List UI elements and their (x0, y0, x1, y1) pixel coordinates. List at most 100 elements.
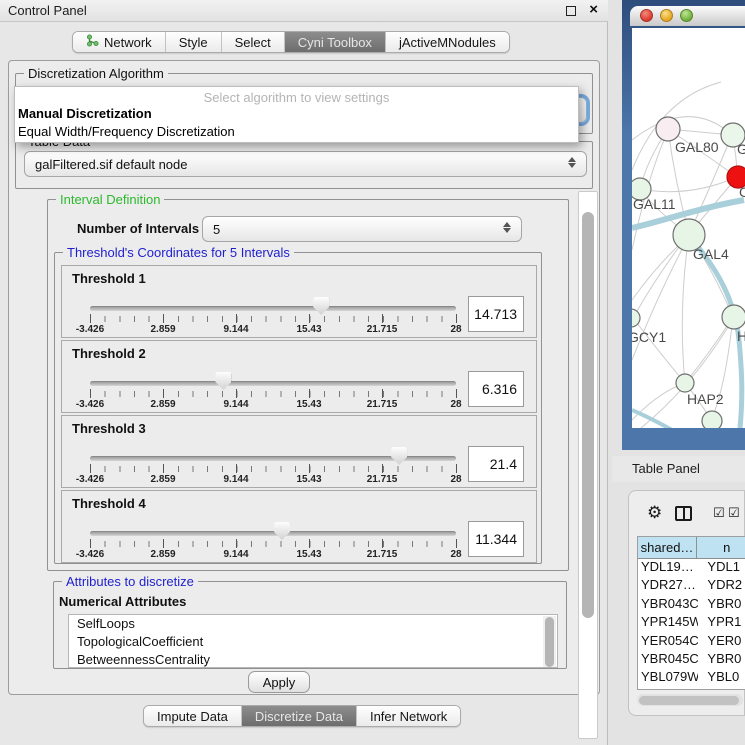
panel-title: Control Panel (8, 3, 87, 18)
scrollbar-thumb[interactable] (582, 212, 594, 618)
cyni-toolbox-panel: Discretization Algorithm Select algorith… (8, 60, 600, 695)
threshold-2-slider-thumb[interactable] (215, 372, 231, 390)
scrollbar-thumb[interactable] (639, 696, 739, 705)
table-panel-title: Table Panel (632, 461, 700, 476)
threshold-1-slider[interactable] (90, 306, 456, 311)
node-label-gal11: GAL11 (633, 196, 676, 212)
panel-vertical-scrollbar[interactable] (578, 191, 598, 739)
list-item[interactable]: TopologicalCoefficient (69, 633, 557, 651)
axis-ticks (90, 391, 457, 397)
top-tab-bar: Network Style Select Cyni Toolbox jActiv… (72, 31, 510, 53)
threshold-4-row: Threshold 4 -3.426 2.859 9.144 15.43 21.… (61, 490, 537, 563)
tab-discretize-data[interactable]: Discretize Data (241, 706, 356, 726)
tab-style[interactable]: Style (165, 32, 221, 52)
axis-ticks (90, 316, 457, 322)
list-item[interactable]: BetweennessCentrality (69, 651, 557, 668)
threshold-4-slider[interactable] (90, 531, 456, 536)
tab-cyni-toolbox[interactable]: Cyni Toolbox (284, 32, 385, 52)
table-panel-titlebar: Table Panel (612, 456, 745, 482)
thresholds-group: Threshold's Coordinates for 5 Intervals … (54, 252, 542, 564)
split-columns-icon[interactable] (675, 506, 692, 521)
node-gcy1[interactable] (632, 309, 640, 327)
node-label-gal4: GAL4 (693, 246, 729, 262)
threshold-2-value[interactable]: 6.316 (468, 371, 524, 407)
numerical-attributes-label: Numerical Attributes (59, 594, 186, 609)
table-horizontal-scrollbar[interactable] (637, 694, 743, 706)
table-row[interactable]: YER054CYER0 (638, 633, 745, 651)
node-label-partial-g: G (737, 141, 745, 157)
scrollbar-thumb[interactable] (545, 617, 554, 667)
gear-icon[interactable]: ⚙ (647, 503, 662, 523)
threshold-4-value[interactable]: 11.344 (468, 521, 524, 557)
threshold-3-slider-thumb[interactable] (391, 447, 407, 465)
close-icon[interactable]: × (589, 1, 598, 18)
threshold-2-slider[interactable] (90, 381, 456, 386)
checked-checkbox-icon[interactable]: ☑ (713, 509, 725, 519)
apply-button[interactable]: Apply (248, 671, 310, 693)
threshold-1-row: Threshold 1 -3.426 2.859 9.144 15.43 21.… (61, 265, 537, 338)
option-manual-discretization[interactable]: Manual Discretization (15, 105, 578, 123)
node-partial-h[interactable] (722, 305, 745, 329)
node-label-gcy1: GCY1 (632, 329, 666, 345)
discretization-algorithm-label: Discretization Algorithm (24, 66, 168, 81)
table-row[interactable]: YBR045CYBR0 (638, 651, 745, 669)
float-window-icon[interactable] (566, 6, 576, 16)
network-icon (86, 34, 99, 50)
node-gal80[interactable] (656, 117, 680, 141)
tab-network-label: Network (104, 35, 152, 50)
threshold-1-value[interactable]: 14.713 (468, 296, 524, 332)
numerical-attributes-list: SelfLoops TopologicalCoefficient Between… (68, 614, 558, 668)
attributes-group-label: Attributes to discretize (62, 574, 198, 589)
table-row[interactable]: YDL19…YDL1 (638, 559, 745, 577)
tab-network[interactable]: Network (73, 32, 165, 52)
close-traffic-light-icon[interactable] (640, 9, 653, 22)
threshold-3-row: Threshold 3 -3.426 2.859 9.144 15.43 21.… (61, 415, 537, 488)
control-panel: Control Panel × Network Style Se (0, 0, 608, 745)
control-panel-titlebar: Control Panel × (0, 0, 608, 22)
screen: Control Panel × Network Style Se (0, 0, 745, 745)
tab-jactivemnodules[interactable]: jActiveMNodules (385, 32, 509, 52)
threshold-4-slider-thumb[interactable] (274, 522, 290, 540)
minimize-traffic-light-icon[interactable] (660, 9, 673, 22)
tab-impute-data[interactable]: Impute Data (144, 706, 241, 726)
table-row[interactable]: YLR345WYLR3 (638, 688, 745, 690)
table-data-combobox[interactable]: galFiltered.sif default node (24, 151, 587, 177)
node-label-gal80: GAL80 (675, 139, 719, 155)
zoom-traffic-light-icon[interactable] (680, 9, 693, 22)
tab-infer-network[interactable]: Infer Network (356, 706, 460, 726)
table-row[interactable]: YPR145WYPR1 (638, 614, 745, 632)
tab-select[interactable]: Select (221, 32, 284, 52)
bottom-tab-bar: Impute Data Discretize Data Infer Networ… (143, 705, 461, 727)
number-of-intervals-combobox[interactable]: 5 (202, 216, 522, 242)
combo-stepper-icon (503, 221, 512, 234)
node-hap2[interactable] (676, 374, 694, 392)
combo-stepper-icon (568, 156, 577, 169)
threshold-2-row: Threshold 2 -3.426 2.859 9.144 15.43 21.… (61, 340, 537, 413)
algorithm-placeholder-option[interactable]: Select algorithm to view settings (15, 87, 578, 105)
node-table: shared… n YDL19…YDL1 YDR27…YDR2 YBR043CY… (637, 536, 745, 690)
table-row[interactable]: YDR27…YDR2 (638, 577, 745, 595)
interval-definition-group: Interval Definition Number of Intervals … (47, 199, 569, 571)
node-bottom-partial[interactable] (702, 411, 722, 428)
thresholds-group-label: Threshold's Coordinates for 5 Intervals (63, 245, 294, 260)
table-panel: ⚙ ☑ ☑ shared… n YDL19…YDL1 YDR27…YDR2 YB… (628, 490, 745, 716)
axis-ticks (90, 466, 457, 472)
axis-ticks (90, 541, 457, 547)
node-label-partial-c: C (739, 184, 745, 200)
table-row[interactable]: YBR043CYBR0 (638, 596, 745, 614)
network-graph: GAL80 G C GAL11 GAL4 GCY1 H HAP2 (632, 28, 745, 428)
network-canvas[interactable]: GAL80 G C GAL11 GAL4 GCY1 H HAP2 (632, 28, 745, 428)
checked-checkbox-icon[interactable]: ☑ (728, 509, 740, 519)
threshold-3-value[interactable]: 21.4 (468, 446, 524, 482)
algorithm-dropdown-popup: Select algorithm to view settings Manual… (14, 86, 579, 143)
list-item[interactable]: SelfLoops (69, 615, 557, 633)
option-equal-width-frequency[interactable]: Equal Width/Frequency Discretization (15, 123, 578, 141)
threshold-1-slider-thumb[interactable] (313, 297, 329, 315)
attributes-group: Attributes to discretize Numerical Attri… (53, 581, 567, 669)
table-header-row: shared… n (638, 537, 745, 559)
table-row[interactable]: YBL079WYBL0 (638, 669, 745, 687)
list-scrollbar[interactable] (543, 616, 556, 668)
interval-definition-label: Interval Definition (56, 192, 164, 207)
column-header-shared[interactable]: shared… (638, 537, 697, 558)
column-header-name[interactable]: n (697, 537, 745, 558)
